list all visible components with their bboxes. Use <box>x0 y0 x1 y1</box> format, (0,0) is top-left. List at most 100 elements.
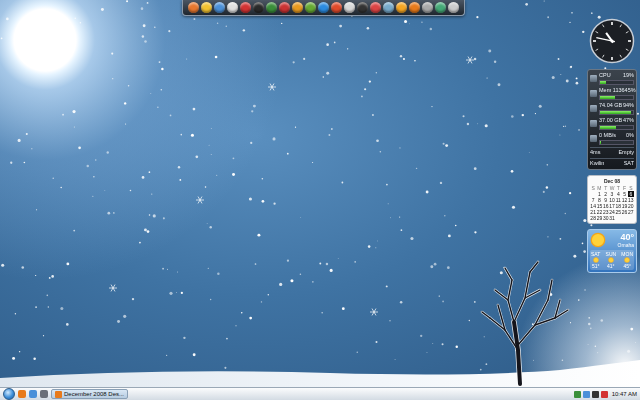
calendar-grid: SMTWTFS123456789101112131415161718192021… <box>590 185 634 221</box>
start-button[interactable] <box>3 388 15 400</box>
calendar-day[interactable]: 20 <box>628 203 634 209</box>
calendar-day[interactable]: 27 <box>628 209 634 215</box>
meter-reading: 0% <box>626 132 634 139</box>
taskbar-clock: 10:47 AM <box>612 391 637 397</box>
quick-launch-icon[interactable] <box>18 390 26 398</box>
calendar-day[interactable]: 3 <box>609 191 615 197</box>
app-icon[interactable] <box>331 2 342 13</box>
calendar-day[interactable]: 30 <box>603 215 609 221</box>
calendar-day[interactable]: 21 <box>590 209 596 215</box>
calendar-day[interactable]: 8 <box>596 197 602 203</box>
clock-gadget[interactable] <box>589 18 635 64</box>
app-icon[interactable] <box>409 2 420 13</box>
app-icon[interactable] <box>292 2 303 13</box>
weekday: W <box>609 185 615 191</box>
current-temp: 40° <box>618 232 634 242</box>
meter-fill <box>600 81 606 84</box>
weather-gadget[interactable]: 40°Omaha SAT 51° SUN41° MON45° <box>587 229 637 273</box>
hour-hand <box>606 33 613 43</box>
forecast-day: SAT 51° <box>591 251 600 269</box>
task-button[interactable]: December 2008 Des... <box>51 389 128 399</box>
meter-row: 0 MB/s 0% <box>590 132 634 145</box>
calendar-day[interactable]: 11 <box>615 197 621 203</box>
desktop[interactable]: CPU19%Mem 113645%74.04 GB94%37.00 GB47%0… <box>0 0 640 387</box>
app-icon[interactable] <box>344 2 355 13</box>
calendar-day[interactable]: 4 <box>615 191 621 197</box>
calendar-day[interactable]: 17 <box>609 203 615 209</box>
meter-row: 37.00 GB47% <box>590 117 634 130</box>
app-icon[interactable] <box>318 2 329 13</box>
weekday: S <box>590 185 596 191</box>
calendar-day[interactable]: 16 <box>603 203 609 209</box>
quick-launch-icon[interactable] <box>40 390 48 398</box>
meter-row: Mem 113645% <box>590 87 634 100</box>
drive-icon <box>590 90 597 97</box>
app-icon[interactable] <box>188 2 199 13</box>
calendar-day[interactable]: 12 <box>621 197 627 203</box>
calendar-day[interactable]: 6 <box>628 191 634 197</box>
meter-track <box>599 95 634 100</box>
forecast-label: SUN <box>606 251 617 257</box>
app-icon[interactable] <box>214 2 225 13</box>
app-icon[interactable] <box>305 2 316 13</box>
calendar-gadget[interactable]: Dec 08SMTWTFS123456789101112131415161718… <box>587 175 637 224</box>
forecast: SAT 51° SUN41° MON45° <box>590 250 634 270</box>
calendar-day[interactable]: 29 <box>596 215 602 221</box>
meter-track <box>599 80 634 85</box>
app-icon[interactable] <box>383 2 394 13</box>
calendar-day[interactable]: 28 <box>590 215 596 221</box>
calendar-day[interactable]: 31 <box>609 215 615 221</box>
app-icon[interactable] <box>266 2 277 13</box>
quick-launch-icon[interactable] <box>29 390 37 398</box>
app-icon[interactable] <box>448 2 459 13</box>
app-icon[interactable] <box>227 2 238 13</box>
calendar-day[interactable]: 22 <box>596 209 602 215</box>
meter-reading: 47% <box>623 117 634 124</box>
taskbar: December 2008 Des... 10:47 AM <box>0 387 640 400</box>
meter-fill <box>600 96 615 99</box>
tray-icon[interactable] <box>574 391 581 398</box>
calendar-day[interactable]: 25 <box>615 209 621 215</box>
calendar-day[interactable]: 13 <box>628 197 634 203</box>
calendar-day[interactable]: 2 <box>603 191 609 197</box>
calendar-day[interactable]: 15 <box>596 203 602 209</box>
calendar-day[interactable]: 10 <box>609 197 615 203</box>
calendar-day[interactable]: 7 <box>590 197 596 203</box>
app-icon[interactable] <box>396 2 407 13</box>
calendar-day[interactable]: 14 <box>590 203 596 209</box>
calendar-day[interactable]: 1 <box>596 191 602 197</box>
snow-ground <box>0 0 640 387</box>
meter-label: 0 MB/s <box>599 132 616 139</box>
app-icon[interactable] <box>357 2 368 13</box>
forecast-label: SAT <box>591 251 600 257</box>
calendar-day[interactable]: 9 <box>603 197 609 203</box>
app-icon[interactable] <box>253 2 264 13</box>
app-icon[interactable] <box>240 2 251 13</box>
app-icon[interactable] <box>435 2 446 13</box>
calendar-day[interactable]: 18 <box>615 203 621 209</box>
tray-icon[interactable] <box>601 391 608 398</box>
tree-icon <box>0 0 640 387</box>
forecast-day: MON45° <box>621 251 633 269</box>
weather-city: Omaha <box>618 242 634 248</box>
meter-label: CPU <box>599 72 611 79</box>
app-icon[interactable] <box>201 2 212 13</box>
forecast-day: SUN41° <box>606 251 617 269</box>
forecast-temp: 51° <box>592 263 600 269</box>
meter-label: 74.04 GB <box>599 102 622 109</box>
tray-icon[interactable] <box>592 391 599 398</box>
app-icon[interactable] <box>422 2 433 13</box>
sun-icon <box>624 257 630 263</box>
forecast-label: MON <box>621 251 633 257</box>
calendar-day[interactable]: 23 <box>603 209 609 215</box>
cpu-meter-gadget[interactable]: CPU19%Mem 113645%74.04 GB94%37.00 GB47%0… <box>587 69 637 170</box>
calendar-day[interactable]: 19 <box>621 203 627 209</box>
calendar-day[interactable]: 26 <box>621 209 627 215</box>
gadget-column: CPU19%Mem 113645%74.04 GB94%37.00 GB47%0… <box>587 18 637 273</box>
tray-icon[interactable] <box>583 391 590 398</box>
meter-track <box>599 125 634 130</box>
calendar-day[interactable]: 24 <box>609 209 615 215</box>
meter-fill <box>600 141 601 144</box>
app-icon[interactable] <box>279 2 290 13</box>
app-icon[interactable] <box>370 2 381 13</box>
